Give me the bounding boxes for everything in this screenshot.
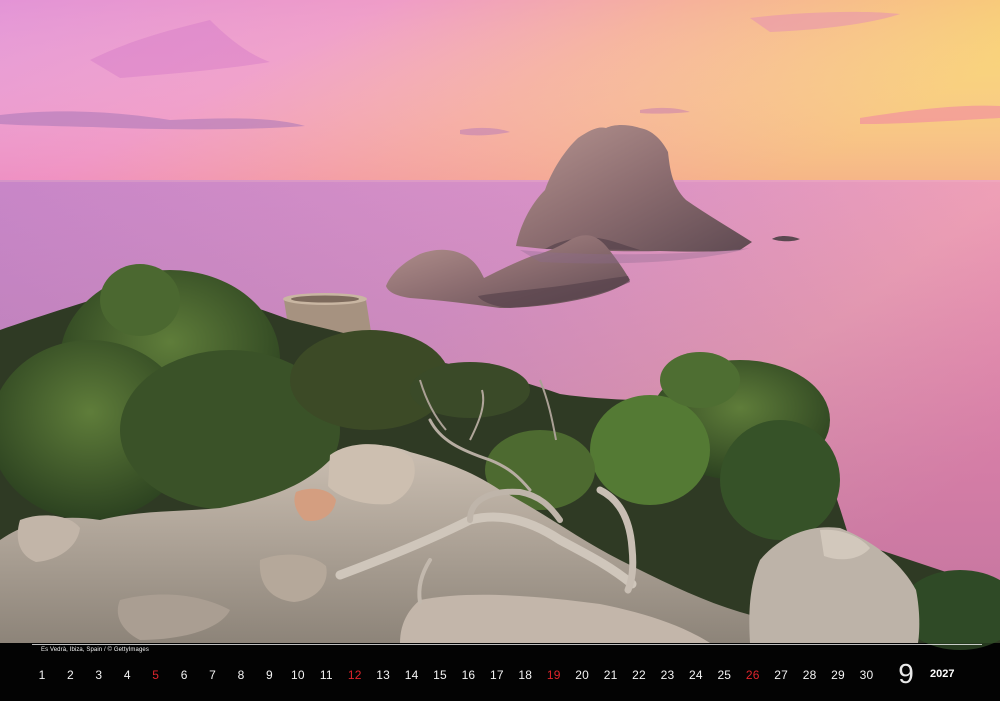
calendar-day: 8 — [237, 668, 245, 682]
calendar-day: 6 — [180, 668, 188, 682]
calendar-day: 21 — [603, 668, 618, 682]
calendar-day: 7 — [209, 668, 217, 682]
calendar-day: 15 — [433, 668, 447, 682]
calendar-day: 4 — [123, 668, 131, 682]
calendar-day: 28 — [802, 668, 817, 682]
calendar-day: 12 — [347, 668, 362, 682]
calendar-day: 22 — [632, 668, 646, 682]
calendar-day: 14 — [404, 668, 419, 682]
calendar-day: 11 — [319, 668, 333, 682]
calendar-day: 23 — [660, 668, 675, 682]
calendar-day: 1 — [38, 668, 46, 682]
calendar-day: 18 — [518, 668, 533, 682]
calendar-day: 10 — [290, 668, 305, 682]
calendar-divider — [32, 644, 982, 645]
calendar-day: 5 — [152, 668, 160, 682]
landscape-photo — [0, 0, 1000, 650]
calendar-day: 26 — [745, 668, 760, 682]
calendar-day: 29 — [831, 668, 845, 682]
calendar-day: 9 — [266, 668, 273, 682]
year-label: 2027 — [930, 668, 955, 680]
calendar-day: 3 — [95, 668, 103, 682]
calendar-day: 24 — [689, 668, 703, 682]
calendar-day: 25 — [717, 668, 732, 682]
calendar-day: 20 — [575, 668, 590, 682]
calendar-day: 16 — [461, 668, 476, 682]
calendar-day: 2 — [66, 668, 74, 682]
calendar-day: 17 — [490, 668, 504, 682]
calendar-day: 19 — [546, 668, 561, 682]
calendar-day: 27 — [774, 668, 789, 682]
month-number: 9 — [898, 658, 914, 689]
calendar-day: 30 — [859, 668, 874, 682]
calendar-day: 13 — [376, 668, 391, 682]
photo-caption: Es Vedrà, Ibiza, Spain / © GettyImages — [41, 647, 149, 653]
calendar-days-row: 1 2 3 4 5 6 7 8 9 10 11 12 13 14 15 16 17 18 19 20 21 22 23 24 2… — [0, 662, 1000, 688]
